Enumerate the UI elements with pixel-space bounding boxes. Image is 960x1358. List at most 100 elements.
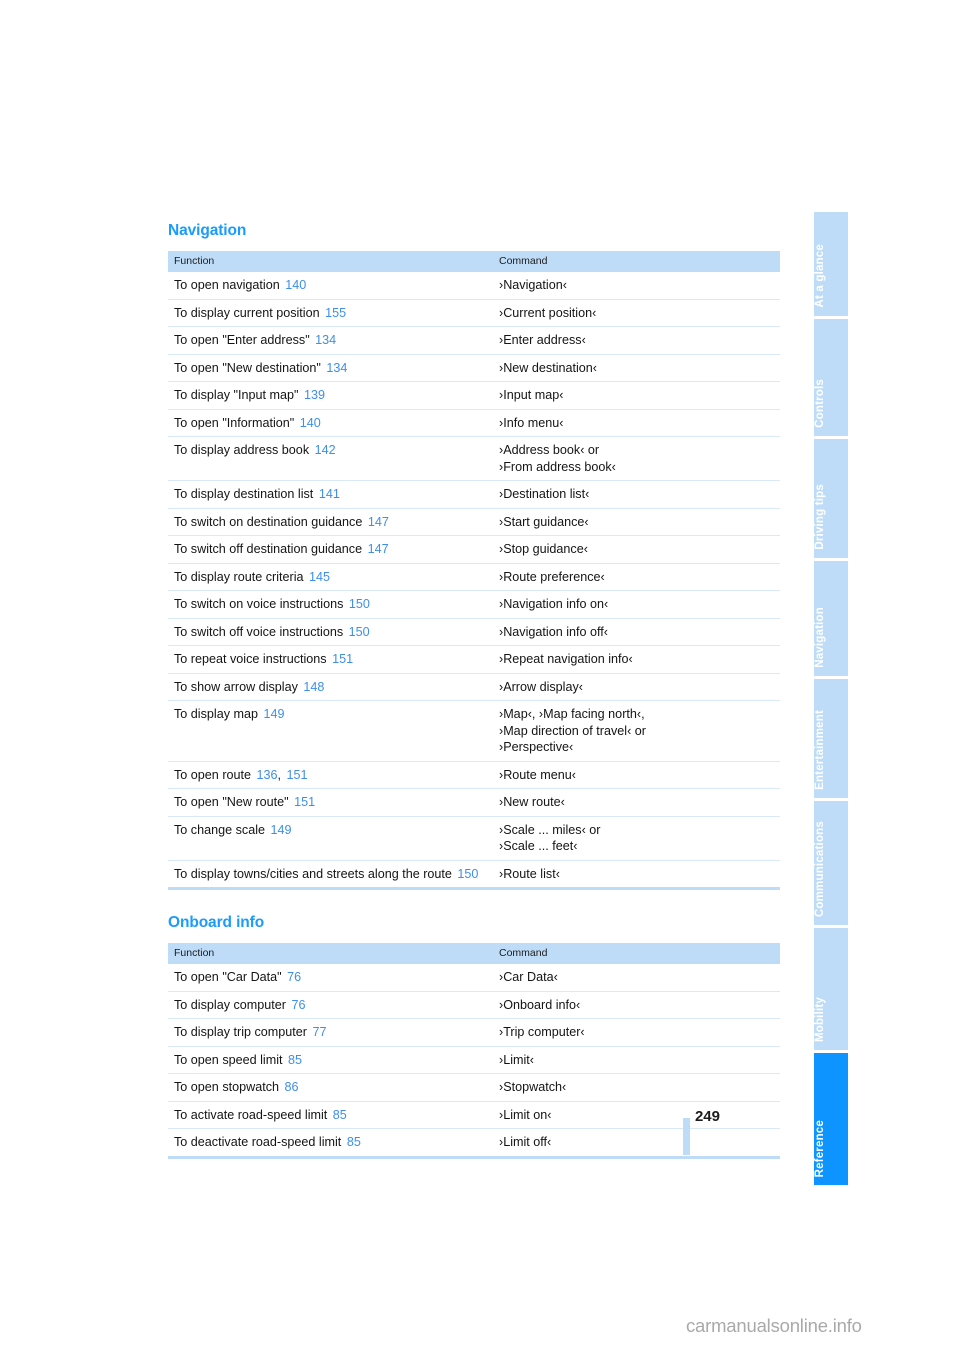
cell-command: ›New destination‹ [493,353,780,382]
tab-controls[interactable]: Controls [814,319,848,436]
function-label: To display trip computer [174,1025,307,1039]
table-row: To display computer 76 ›Onboard info‹ [168,990,780,1019]
page-reference[interactable]: 140 [298,416,321,430]
function-label: To switch off voice instructions [174,624,344,639]
page-reference[interactable]: 151 [285,768,308,782]
table-row: To open "Information" 140 ›Info menu‹ [168,408,780,437]
cell-function: To open "Car Data" 76 [168,964,493,991]
page-reference[interactable]: 86 [283,1080,299,1094]
page-reference[interactable]: 85 [345,1135,361,1149]
page-reference[interactable]: 76 [285,970,301,984]
tab-reference[interactable]: Reference [814,1053,848,1185]
section-tab-rail[interactable]: At a glance Controls Driving tips Navigatio… [814,212,848,1188]
tab-driving-tips[interactable]: Driving tips [814,439,848,558]
function-label: To open navigation [174,278,280,292]
tab-label: Communications [814,820,826,917]
cell-function: To switch on destination guidance 147 [168,507,493,536]
tab-communications[interactable]: Communications [814,801,848,925]
tab-entertainment[interactable]: Entertainment [814,679,848,798]
cell-command: ›Info menu‹ [493,408,780,437]
cell-command: ›Repeat navigation info‹ [493,645,780,673]
cell-function: To open "Enter address" 134 [168,326,493,354]
page-reference[interactable]: 150 [347,597,370,611]
page-reference[interactable]: 134 [313,333,336,347]
table-row: To display route criteria 145 ›Route pref… [168,562,780,591]
page-reference[interactable]: 136 [255,768,278,782]
page-reference[interactable]: 151 [330,652,353,666]
cell-command: ›Navigation info off‹ [493,617,780,646]
page-reference[interactable]: 155 [323,306,346,320]
tab-mobility[interactable]: Mobility [814,928,848,1050]
cell-command: ›Route preference‹ [493,562,780,591]
cell-command: ›Address book‹ or ›From address book‹ [493,436,780,481]
table-row: To show arrow display 148 ›Arrow display‹ [168,672,780,701]
table-row: To open "New destination" 134 ›New destin… [168,353,780,382]
cell-command: ›Map‹, ›Map facing north‹, ›Map directio… [493,700,780,761]
section-heading: Navigation [168,222,247,239]
page-reference[interactable]: 149 [269,823,292,837]
tab-label: Driving tips [814,484,826,550]
tab-at-a-glance[interactable]: At a glance [814,212,848,316]
table-row: To repeat voice instructions 151 ›Repeat … [168,645,780,673]
tab-label: Controls [814,379,826,428]
cell-function: To change scale 149 [168,815,493,860]
cell-function: To open stopwatch 86 [168,1073,493,1101]
cell-function: To display address book 142 [168,436,493,481]
page-reference[interactable]: 150 [347,625,370,639]
command-table: Function Command To open navigation 140 ›Na… [168,251,780,890]
page-reference[interactable]: 139 [302,388,325,402]
cell-command: ›Stop guidance‹ [493,535,780,563]
function-label: To display "Input map" [174,388,299,402]
page-reference[interactable]: 76 [290,998,306,1012]
table-row: To open stopwatch 86 ›Stopwatch‹ [168,1073,780,1101]
tab-inner: Communications [814,801,848,925]
tab-inner: Reference [814,1053,848,1185]
page-reference[interactable]: 85 [331,1108,347,1122]
function-label: To deactivate road-speed limit [174,1135,342,1149]
cell-function: To open "New route" 151 [168,788,493,816]
cell-function: To switch on voice instructions 150 [168,590,493,618]
function-label: To open speed limit [174,1052,283,1067]
cell-command: ›Limit‹ [493,1045,780,1074]
page-reference[interactable]: 141 [317,487,340,501]
cell-function: To deactivate road-speed limit 85 [168,1128,493,1159]
page-content: Navigation Function Command To open navigat… [168,222,780,1159]
function-label: To display towns/cities and streets alon… [174,866,452,881]
page-reference[interactable]: 140 [283,278,306,292]
table-row: To display current position 155 ›Current … [168,298,780,327]
cell-function: To open "New destination" 134 [168,353,493,382]
tab-inner: At a glance [814,212,848,316]
page-reference[interactable]: 147 [366,515,389,529]
tab-label: Mobility [814,996,826,1042]
cell-command: ›Onboard info‹ [493,990,780,1019]
cell-function: To open navigation 140 [168,272,493,299]
table-row: To display towns/cities and streets alon… [168,859,780,890]
page-reference[interactable]: 85 [286,1053,302,1067]
page-reference[interactable]: 150 [455,867,478,881]
watermark: carmanualsonline.info [686,1315,862,1336]
page-reference[interactable]: 149 [262,707,285,721]
table-row: To display "Input map" 139 ›Input map‹ [168,381,780,409]
function-label: To open "Car Data" [174,970,282,984]
table-row: To open route 136, 151 ›Route menu‹ [168,760,780,789]
page-reference[interactable]: 148 [301,680,324,694]
page-reference[interactable]: 142 [313,443,336,457]
table-row: To open "Enter address" 134 ›Enter addres… [168,326,780,354]
function-label: To open "Information" [174,415,295,430]
table-row: To open speed limit 85 ›Limit‹ [168,1045,780,1074]
page-reference[interactable]: 77 [311,1025,327,1039]
cell-command: ›Route list‹ [493,859,780,890]
table-row: To display trip computer 77 ›Trip compute… [168,1018,780,1046]
table-row: To open "Car Data" 76 ›Car Data‹ [168,964,780,991]
cell-function: To display trip computer 77 [168,1018,493,1046]
cell-function: To show arrow display 148 [168,672,493,701]
page-reference[interactable]: 151 [292,795,315,809]
cell-function: To display "Input map" 139 [168,381,493,409]
page-reference[interactable]: 145 [307,570,330,584]
page-reference[interactable]: 147 [366,542,389,556]
function-label: To open route [174,767,252,782]
tab-inner: Mobility [814,928,848,1050]
tab-navigation[interactable]: Navigation [814,561,848,676]
page-reference[interactable]: 134 [324,361,347,375]
cell-command: ›Car Data‹ [499,970,558,984]
